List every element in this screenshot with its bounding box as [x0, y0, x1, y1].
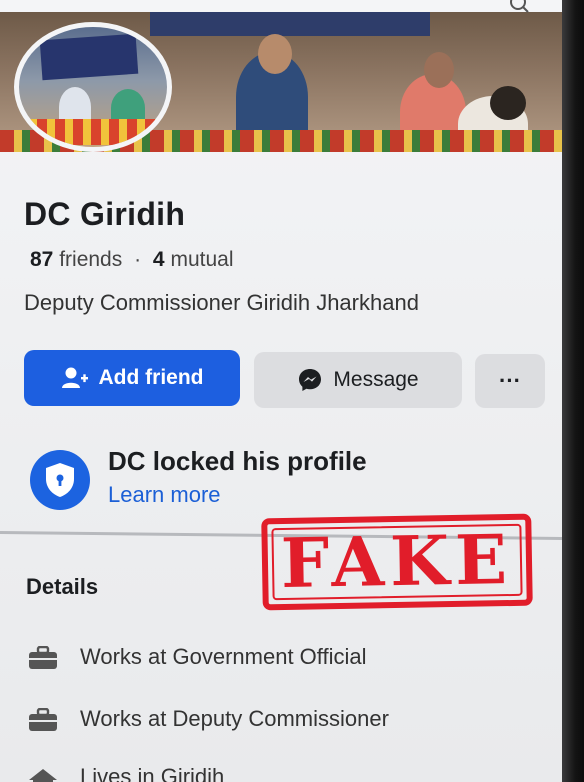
detail-home: Lives in Giridih [80, 764, 225, 782]
shield-lock-icon [30, 450, 90, 510]
cover-person [258, 34, 292, 74]
details-heading: Details [26, 574, 99, 599]
mutual-count: 4 [152, 248, 165, 271]
avatar-banner [39, 33, 139, 81]
device-edge [562, 0, 584, 782]
briefcase-icon [29, 646, 57, 669]
avatar-table [19, 119, 167, 145]
search-icon[interactable] [508, 0, 530, 14]
more-options-button[interactable]: ··· [475, 354, 545, 408]
friends-label: friends [59, 248, 123, 271]
cover-person [424, 52, 454, 88]
add-person-icon [61, 367, 88, 388]
profile-avatar[interactable] [14, 22, 172, 152]
friends-count: 87 [30, 248, 54, 271]
add-friend-button[interactable]: Add friend [24, 350, 240, 406]
cover-person [490, 86, 526, 120]
profile-bio: Deputy Commissioner Giridih Jharkhand [24, 290, 419, 315]
message-button[interactable]: Message [254, 352, 462, 408]
detail-work-1: Works at Government Official [80, 644, 367, 669]
briefcase-icon [29, 708, 57, 731]
stamp-inner-border [271, 523, 523, 601]
profile-name: DC Giridih [24, 196, 186, 232]
message-label: Message [333, 368, 419, 391]
learn-more-link[interactable]: Learn more [108, 482, 221, 508]
mutual-label: mutual [170, 248, 234, 271]
add-friend-label: Add friend [98, 366, 204, 389]
cover-banner [150, 12, 430, 36]
more-icon: ··· [499, 368, 521, 393]
separator: · [134, 248, 142, 271]
friends-summary[interactable]: 87 friends · 4 mutual [30, 248, 233, 272]
messenger-icon [299, 369, 322, 391]
home-icon [29, 769, 57, 782]
locked-profile-title: DC locked his profile [108, 446, 367, 476]
fake-stamp: FAKE [261, 513, 533, 611]
profile-screen: DC Giridih 87 friends · 4 mutual Deputy … [0, 0, 562, 782]
detail-work-2: Works at Deputy Commissioner [80, 706, 389, 731]
